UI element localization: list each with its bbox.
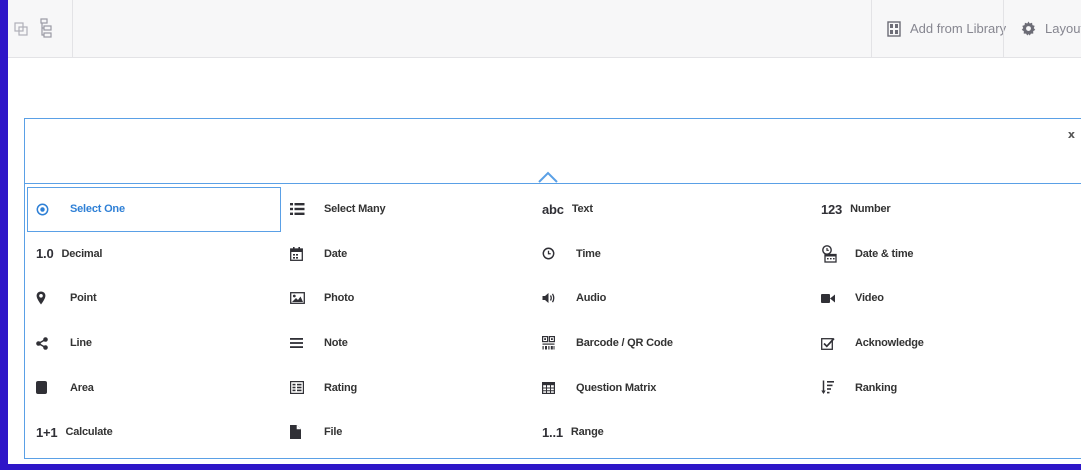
question-type-label: Date — [324, 247, 348, 260]
question-type-label: Point — [70, 292, 97, 305]
picker-header: x — [25, 119, 1081, 184]
question-type-label: Calculate — [65, 426, 113, 439]
form-builder-window: Add from Library Layout & x Select One S… — [8, 0, 1081, 464]
question-type-label: Select One — [70, 203, 125, 216]
question-type-label: Date & time — [855, 247, 914, 260]
clock-icon — [542, 247, 566, 260]
question-type-rating[interactable]: Rating — [281, 365, 533, 410]
question-type-date[interactable]: Date — [281, 232, 533, 277]
question-type-label: Text — [571, 203, 593, 216]
question-type-label: File — [324, 426, 343, 439]
question-type-grid: Select One Select Many abc Text 123 Numb… — [27, 187, 1081, 455]
question-type-label: Photo — [324, 292, 355, 305]
layout-settings-label: Layout & — [1045, 21, 1081, 36]
question-type-label: Number — [850, 203, 891, 216]
question-type-date-time[interactable]: Date & time — [812, 232, 1081, 277]
question-type-range[interactable]: 1..1 Range — [533, 410, 812, 455]
question-type-decimal[interactable]: 1.0 Decimal — [27, 232, 281, 277]
toolbar: Add from Library Layout & — [8, 0, 1081, 58]
toolbar-icon-group — [8, 0, 73, 57]
video-icon — [821, 293, 845, 304]
question-type-label: Select Many — [324, 203, 386, 216]
audio-icon — [542, 292, 566, 304]
library-icon — [887, 20, 901, 37]
question-type-label: Note — [324, 337, 348, 350]
map-pin-icon — [36, 291, 60, 305]
table-icon — [542, 381, 566, 394]
clone-icon[interactable] — [14, 22, 28, 41]
datetime-icon — [821, 244, 845, 263]
question-type-text[interactable]: abc Text — [533, 187, 812, 232]
question-type-video[interactable]: Video — [812, 276, 1081, 321]
question-type-note[interactable]: Note — [281, 321, 533, 366]
question-type-audio[interactable]: Audio — [533, 276, 812, 321]
question-type-line[interactable]: Line — [27, 321, 281, 366]
checkbox-icon — [821, 337, 845, 350]
caret-up-icon — [538, 171, 558, 183]
question-type-label: Rating — [324, 381, 358, 394]
rating-icon — [290, 381, 314, 395]
question-type-ranking[interactable]: Ranking — [812, 365, 1081, 410]
question-type-label: Range — [570, 426, 604, 439]
question-type-label: Area — [70, 381, 94, 394]
question-type-question-matrix[interactable]: Question Matrix — [533, 365, 812, 410]
question-type-label: Decimal — [61, 247, 103, 260]
photo-icon — [290, 292, 314, 305]
range-icon: 1..1 — [542, 424, 563, 440]
question-type-file[interactable]: File — [281, 410, 533, 455]
question-type-label: Ranking — [855, 381, 897, 394]
ranking-icon — [821, 380, 845, 395]
abc-icon: abc — [542, 201, 564, 217]
question-type-time[interactable]: Time — [533, 232, 812, 277]
question-type-label: Video — [855, 292, 884, 305]
question-type-label: Line — [70, 337, 92, 350]
question-type-barcode[interactable]: Barcode / QR Code — [533, 321, 812, 366]
note-icon — [290, 338, 314, 349]
layout-settings-button[interactable]: Layout & — [1003, 0, 1081, 57]
share-icon — [36, 336, 60, 350]
question-type-label: Barcode / QR Code — [576, 337, 673, 350]
number-icon: 123 — [821, 201, 843, 217]
decimal-icon: 1.0 — [36, 246, 54, 262]
question-type-select-one[interactable]: Select One — [27, 187, 281, 232]
file-icon — [290, 425, 314, 440]
question-type-acknowledge[interactable]: Acknowledge — [812, 321, 1081, 366]
close-button[interactable]: x — [1068, 128, 1075, 141]
add-from-library-label: Add from Library — [910, 21, 1007, 36]
question-type-point[interactable]: Point — [27, 276, 281, 321]
list-icon — [290, 203, 314, 216]
gear-icon — [1021, 21, 1036, 36]
calendar-icon — [290, 246, 314, 261]
question-type-select-many[interactable]: Select Many — [281, 187, 533, 232]
question-type-number[interactable]: 123 Number — [812, 187, 1081, 232]
question-type-label: Question Matrix — [576, 381, 657, 394]
qr-icon — [542, 336, 566, 350]
question-type-label: Audio — [576, 292, 607, 305]
question-type-label: Time — [576, 247, 601, 260]
question-type-label: Acknowledge — [855, 337, 924, 350]
area-icon — [36, 381, 60, 395]
question-type-picker: x Select One Select Many abc Text 123 Nu… — [24, 118, 1081, 459]
question-type-area[interactable]: Area — [27, 365, 281, 410]
radio-icon — [36, 203, 60, 216]
add-from-library-button[interactable]: Add from Library — [871, 0, 1017, 57]
question-type-photo[interactable]: Photo — [281, 276, 533, 321]
tree-icon[interactable] — [40, 18, 52, 43]
calculate-icon: 1+1 — [36, 424, 58, 440]
question-type-calculate[interactable]: 1+1 Calculate — [27, 410, 281, 455]
